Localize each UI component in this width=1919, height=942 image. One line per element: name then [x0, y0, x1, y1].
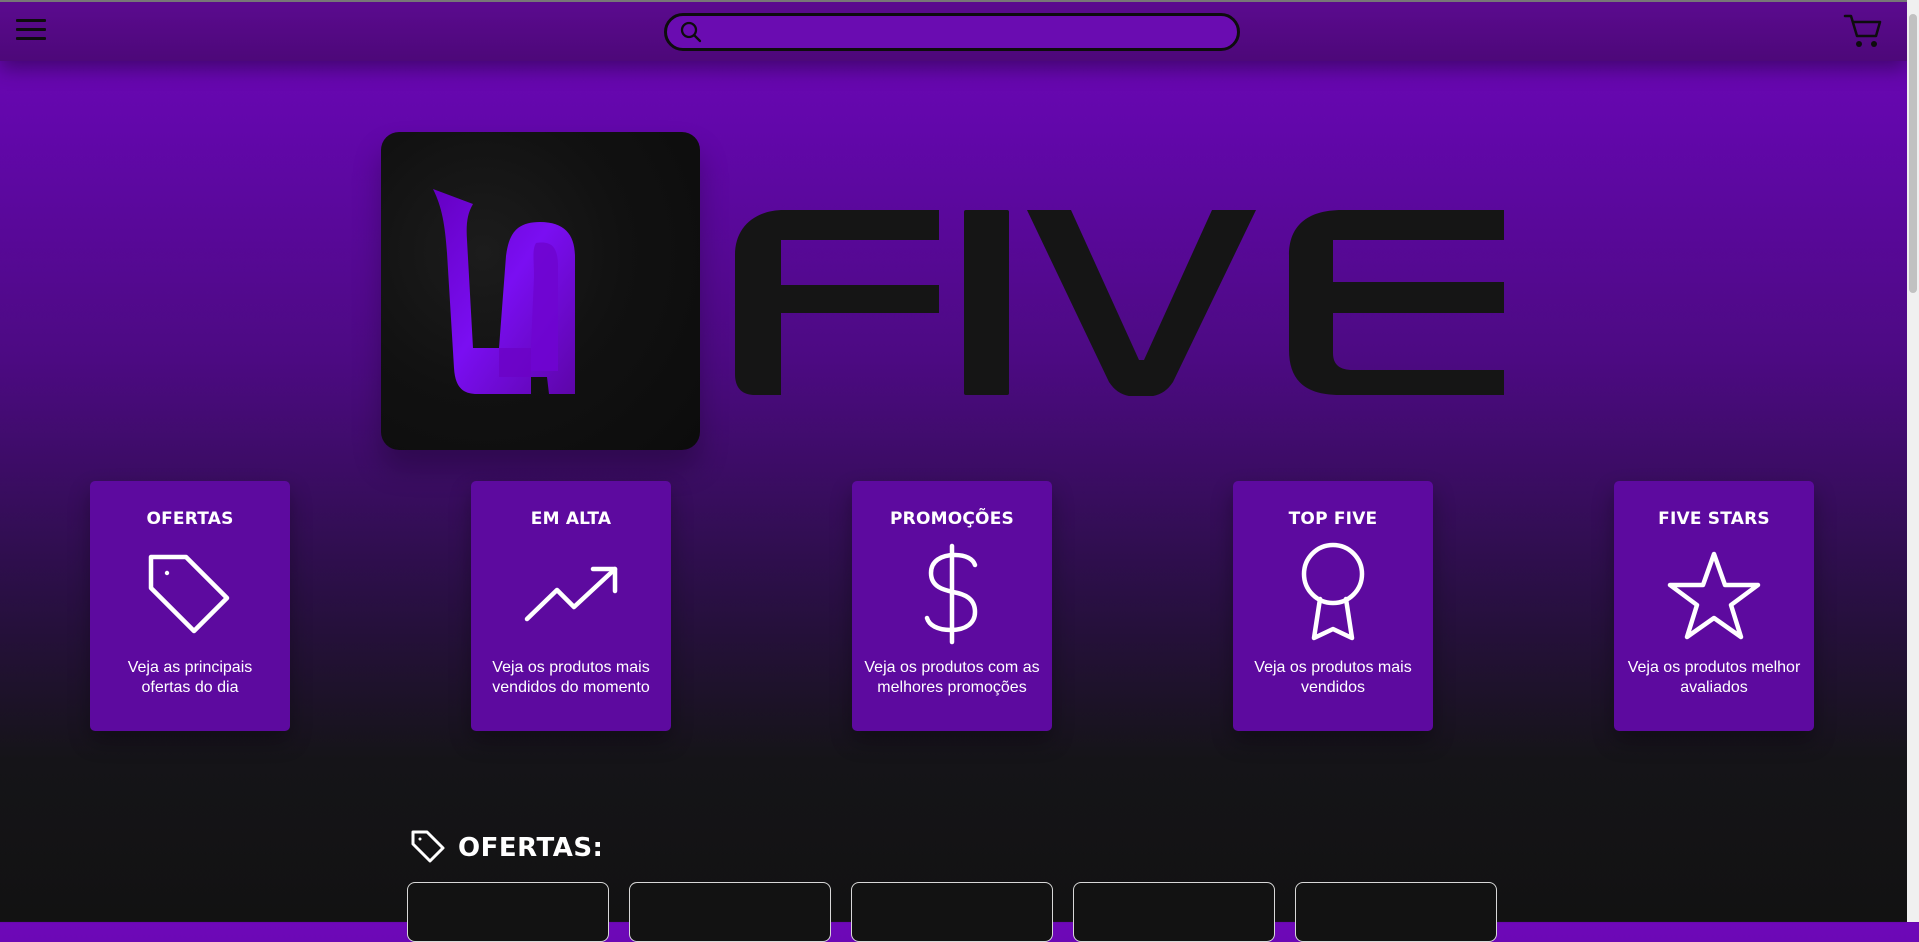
category-description: Veja os produtos com as melhores promoçõ… [864, 659, 1040, 696]
menu-line [16, 28, 46, 31]
category-title: EM ALTA [530, 509, 612, 529]
offers-section-header: OFERTAS: [410, 828, 603, 868]
award-icon [1233, 541, 1433, 647]
brand-wordmark [735, 210, 1504, 396]
menu-line [16, 19, 46, 22]
product-card[interactable] [851, 882, 1053, 942]
product-card[interactable] [407, 882, 609, 942]
offers-section-title: OFERTAS: [458, 833, 604, 863]
category-title: FIVE STARS [1658, 509, 1770, 529]
category-card-promocoes[interactable]: PROMOÇÕES Veja os produtos com as melhor… [852, 481, 1052, 731]
scrollbar-thumb[interactable] [1909, 14, 1917, 293]
category-card-five-stars[interactable]: FIVE STARS Veja os produtos melhor avali… [1614, 481, 1814, 731]
category-title: PROMOÇÕES [890, 509, 1014, 529]
tag-icon [410, 828, 446, 869]
shopping-cart-icon[interactable] [1843, 12, 1883, 50]
menu-line [16, 37, 46, 40]
category-card-top-five[interactable]: TOP FIVE Veja os produtos mais vendidos [1233, 481, 1433, 731]
top-navigation-bar [0, 0, 1907, 61]
star-icon [1614, 541, 1814, 647]
brand-logo [381, 132, 1511, 452]
trending-up-icon [471, 541, 671, 647]
category-description: Veja os produtos mais vendidos [1254, 659, 1412, 696]
vertical-scrollbar[interactable] [1907, 0, 1919, 922]
category-title: TOP FIVE [1288, 509, 1378, 529]
menu-icon[interactable] [16, 18, 46, 42]
category-card-em-alta[interactable]: EM ALTA Veja os produtos mais vendidos d… [471, 481, 671, 731]
search-icon[interactable] [673, 16, 709, 48]
search-input[interactable] [709, 18, 1237, 46]
category-cards: OFERTAS Veja as principais ofertas do di… [0, 481, 1907, 731]
product-card[interactable] [1295, 882, 1497, 942]
product-card[interactable] [629, 882, 831, 942]
category-card-ofertas[interactable]: OFERTAS Veja as principais ofertas do di… [90, 481, 290, 731]
dollar-icon [852, 541, 1052, 647]
category-title: OFERTAS [146, 509, 234, 529]
logo-mark [381, 132, 700, 450]
category-description: Veja os produtos melhor avaliados [1627, 659, 1801, 696]
offers-product-list [407, 882, 1507, 942]
product-card[interactable] [1073, 882, 1275, 942]
category-description: Veja os produtos mais vendidos do moment… [492, 659, 650, 696]
search-bar [664, 13, 1240, 51]
tag-icon [90, 541, 290, 647]
category-description: Veja as principais ofertas do dia [127, 659, 253, 696]
